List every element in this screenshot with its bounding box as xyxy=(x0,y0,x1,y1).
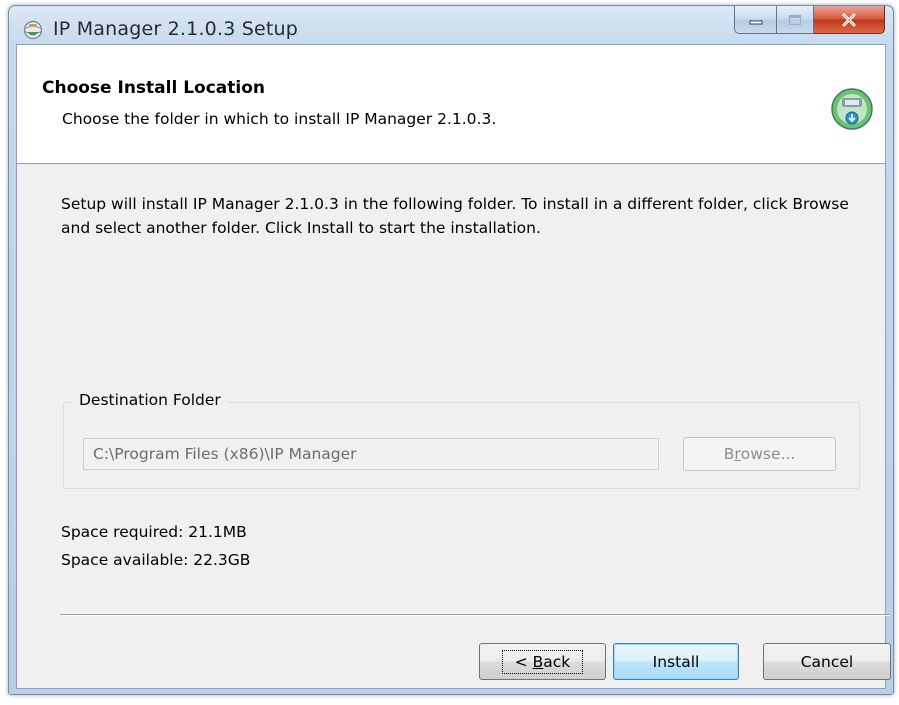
maximize-button[interactable] xyxy=(777,6,814,34)
dialog-client: Choose Install Location Choose the folde… xyxy=(16,44,891,689)
minimize-icon xyxy=(749,20,762,24)
intro-text: Setup will install IP Manager 2.1.0.3 in… xyxy=(61,195,849,237)
minimize-button[interactable] xyxy=(734,6,777,34)
maximize-icon xyxy=(788,14,802,25)
back-label-post: ack xyxy=(543,652,571,671)
close-button[interactable] xyxy=(814,6,885,34)
install-disc-icon xyxy=(831,88,873,130)
close-icon xyxy=(842,13,856,26)
setup-globe-icon xyxy=(23,20,43,40)
browse-label-post: owse... xyxy=(740,445,796,463)
browse-button[interactable]: Br owse... xyxy=(683,437,836,471)
page-header: Choose Install Location Choose the folde… xyxy=(17,45,885,164)
footer-divider xyxy=(60,614,890,616)
cancel-button[interactable]: Cancel xyxy=(763,643,891,680)
back-focus-rect: < Back xyxy=(501,649,584,674)
setup-window: IP Manager 2.1.0.3 Setup Choose Install … xyxy=(8,5,894,695)
back-button[interactable]: < Back xyxy=(479,643,606,680)
caption-buttons xyxy=(734,6,885,34)
back-label-accel: B xyxy=(532,652,544,671)
page-subtitle: Choose the folder in which to install IP… xyxy=(62,110,497,128)
window-title: IP Manager 2.1.0.3 Setup xyxy=(53,18,299,40)
destination-path-input[interactable]: C:\Program Files (x86)\IP Manager xyxy=(83,438,659,470)
install-button[interactable]: Install xyxy=(613,643,739,680)
destination-group-label: Destination Folder xyxy=(73,391,227,409)
back-label-pre: < xyxy=(514,652,533,671)
page-title: Choose Install Location xyxy=(42,78,266,98)
space-required: Space required: 21.1MB xyxy=(61,523,247,541)
space-available: Space available: 22.3GB xyxy=(61,551,251,569)
title-bar[interactable]: IP Manager 2.1.0.3 Setup xyxy=(9,6,893,48)
browse-label-pre: B xyxy=(723,445,735,463)
